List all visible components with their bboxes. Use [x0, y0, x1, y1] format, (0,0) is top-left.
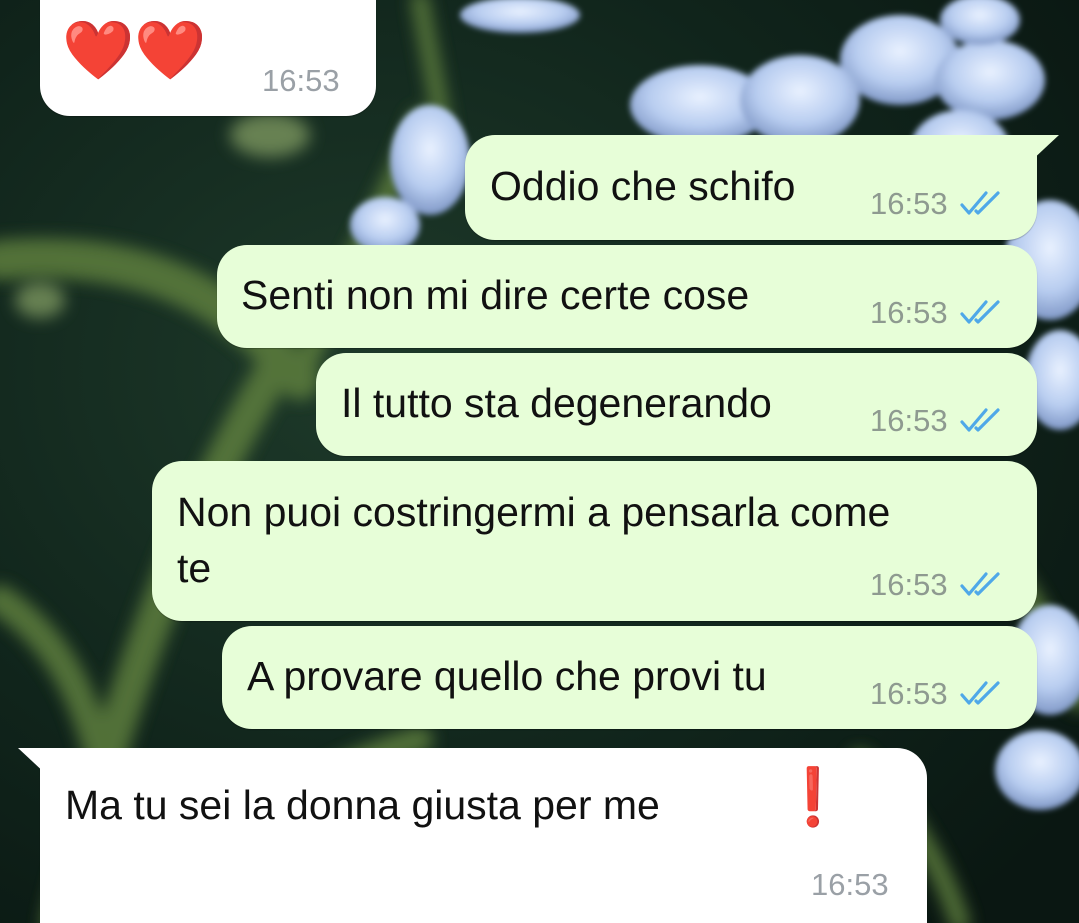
message-time: 16:53 [870, 403, 948, 438]
message-meta: 16:53 [262, 64, 340, 98]
message-time: 16:53 [870, 186, 948, 221]
message-text: Il tutto sta degenerando [341, 380, 772, 426]
message-meta: 16:53 [870, 404, 1004, 438]
exclamation-emoji-icon: ❗ [778, 765, 848, 828]
bubble-tail [18, 748, 48, 776]
message-text: Senti non mi dire certe cose [241, 272, 750, 318]
message-bubble-incoming[interactable]: Ma tu sei la donna giusta per me ❗ 16:53 [18, 748, 927, 923]
message-time: 16:53 [870, 676, 948, 711]
double-check-icon [959, 408, 1000, 432]
message-bubble-outgoing[interactable]: Oddio che schifo 16:53 [465, 135, 1059, 240]
message-time: 16:53 [870, 295, 948, 330]
emoji-hearts: ❤️❤️ [62, 18, 207, 83]
message-bubble-outgoing[interactable]: Non puoi costringermi a pensarla come te… [152, 461, 1037, 621]
message-meta: 16:53 [870, 677, 1004, 711]
message-meta: 16:53 [811, 868, 889, 902]
double-check-icon [959, 300, 1000, 324]
message-text: Oddio che schifo [490, 163, 796, 209]
bubble-tail [1029, 135, 1059, 163]
message-time: 16:53 [262, 63, 340, 98]
message-bubble-outgoing[interactable]: Senti non mi dire certe cose 16:53 [217, 245, 1037, 348]
message-meta: 16:53 [870, 568, 1004, 602]
message-bubble-outgoing[interactable]: A provare quello che provi tu 16:53 [222, 626, 1037, 729]
message-bubble-outgoing[interactable]: Il tutto sta degenerando 16:53 [316, 353, 1037, 456]
message-text-line1: Non puoi costringermi a pensarla come [177, 489, 891, 535]
message-meta: 16:53 [870, 296, 1004, 330]
message-time: 16:53 [811, 867, 889, 902]
message-time: 16:53 [870, 567, 948, 602]
message-text-line2: te [177, 545, 212, 591]
message-bubble-incoming[interactable]: ❤️❤️ 16:53 [40, 0, 376, 116]
message-text: A provare quello che provi tu [247, 653, 767, 699]
message-meta: 16:53 [870, 187, 1004, 221]
double-check-icon [959, 681, 1000, 705]
double-check-icon [959, 191, 1000, 215]
double-check-icon [959, 572, 1000, 596]
message-text: Ma tu sei la donna giusta per me [65, 782, 660, 828]
